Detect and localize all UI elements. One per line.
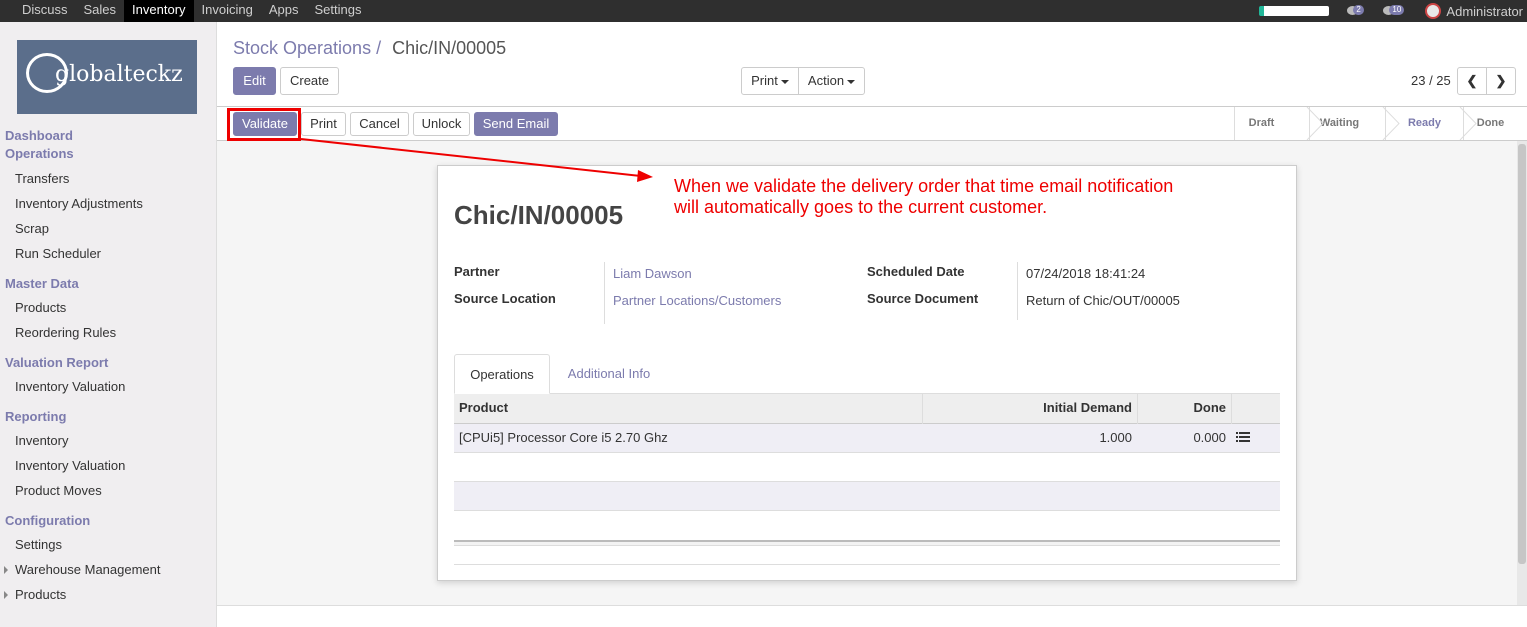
unlock-button[interactable]: Unlock bbox=[413, 112, 470, 136]
field-divider bbox=[1017, 262, 1018, 320]
user-name[interactable]: Administrator bbox=[1446, 4, 1523, 19]
systray: 2 10 Administrator bbox=[1259, 0, 1527, 22]
main-content: Stock Operations / Chic/IN/00005 Edit Cr… bbox=[217, 22, 1527, 627]
scheduled-date-value[interactable]: 07/24/2018 18:41:24 bbox=[1026, 266, 1145, 281]
top-navbar: Discuss Sales Inventory Invoicing Apps S… bbox=[0, 0, 1527, 22]
avatar[interactable] bbox=[1425, 3, 1442, 19]
table-row-empty bbox=[454, 511, 1280, 540]
sidebar-item-inventory[interactable]: Inventory bbox=[15, 433, 68, 448]
sidebar-item-run-scheduler[interactable]: Run Scheduler bbox=[15, 246, 101, 261]
sidebar-item-reordering-rules[interactable]: Reordering Rules bbox=[15, 325, 116, 340]
row-product[interactable]: [CPUi5] Processor Core i5 2.70 Ghz bbox=[454, 424, 922, 454]
menu-discuss[interactable]: Discuss bbox=[14, 0, 76, 22]
source-document-label: Source Document bbox=[867, 291, 979, 306]
annotation-note: When we validate the delivery order that… bbox=[674, 176, 1174, 217]
column-product[interactable]: Product bbox=[454, 394, 922, 424]
partner-label: Partner bbox=[454, 264, 500, 279]
logo-text: globalteckz bbox=[55, 62, 183, 87]
form-statusbar: Validate Print Cancel Unlock Send Email … bbox=[217, 106, 1527, 141]
sidebar-item-scrap[interactable]: Scrap bbox=[15, 221, 49, 236]
sidebar-item-inventory-adjustments[interactable]: Inventory Adjustments bbox=[15, 196, 143, 211]
column-done[interactable]: Done bbox=[1137, 394, 1231, 424]
form-sheet: Chic/IN/00005 When we validate the deliv… bbox=[437, 165, 1297, 581]
breadcrumb: Stock Operations / Chic/IN/00005 bbox=[233, 38, 506, 59]
sidebar-item-inventory-valuation[interactable]: Inventory Valuation bbox=[15, 379, 125, 394]
sidebar-item-reporting-inventory-valuation[interactable]: Inventory Valuation bbox=[15, 458, 125, 473]
sidebar-section-reporting: Reporting bbox=[5, 409, 67, 424]
sidebar-section-configuration: Configuration bbox=[5, 513, 91, 528]
table-header: Product Initial Demand Done bbox=[454, 394, 1280, 424]
menu-apps[interactable]: Apps bbox=[261, 0, 307, 22]
menu-settings[interactable]: Settings bbox=[306, 0, 369, 22]
source-document-value[interactable]: Return of Chic/OUT/00005 bbox=[1026, 293, 1180, 308]
sidebar-section-master-data: Master Data bbox=[5, 276, 79, 291]
sidebar-item-product-moves[interactable]: Product Moves bbox=[15, 483, 102, 498]
record-title: Chic/IN/00005 bbox=[454, 200, 624, 230]
sidebar-item-products[interactable]: Products bbox=[15, 300, 66, 315]
create-button[interactable]: Create bbox=[280, 67, 339, 95]
sidebar-item-config-products[interactable]: Products bbox=[15, 587, 66, 602]
company-logo: globalteckz bbox=[17, 40, 197, 114]
column-initial-demand[interactable]: Initial Demand bbox=[922, 394, 1137, 424]
tab-operations[interactable]: Operations bbox=[454, 354, 550, 394]
table-row-empty bbox=[454, 482, 1280, 511]
app-menu: Discuss Sales Inventory Invoicing Apps S… bbox=[14, 0, 369, 22]
tab-additional-info[interactable]: Additional Info bbox=[554, 354, 664, 394]
table-row[interactable]: [CPUi5] Processor Core i5 2.70 Ghz 1.000… bbox=[454, 424, 1280, 453]
print-button[interactable]: Print bbox=[301, 112, 346, 136]
menu-inventory[interactable]: Inventory bbox=[124, 0, 194, 22]
pager-previous-button[interactable]: ❮ bbox=[1457, 67, 1487, 95]
divider bbox=[454, 564, 1280, 565]
sidebar: globalteckz Dashboard Operations Transfe… bbox=[0, 22, 217, 627]
sidebar-item-warehouse-management[interactable]: Warehouse Management bbox=[15, 562, 161, 577]
sidebar-item-settings[interactable]: Settings bbox=[15, 537, 62, 552]
field-divider bbox=[604, 262, 605, 324]
chevron-left-icon: ❮ bbox=[1466, 73, 1478, 88]
expand-caret-icon[interactable] bbox=[4, 566, 8, 574]
row-initial-demand[interactable]: 1.000 bbox=[922, 424, 1137, 454]
print-dropdown-label: Print bbox=[751, 73, 778, 88]
expand-caret-icon[interactable] bbox=[4, 591, 8, 599]
print-dropdown[interactable]: Print bbox=[741, 67, 799, 95]
messages-count-badge: 10 bbox=[1389, 5, 1405, 15]
detailed-operations-icon[interactable] bbox=[1231, 424, 1280, 454]
validate-button[interactable]: Validate bbox=[233, 112, 297, 136]
source-location-label: Source Location bbox=[454, 291, 556, 306]
partner-value[interactable]: Liam Dawson bbox=[613, 266, 692, 281]
chevron-right-icon: ❯ bbox=[1495, 73, 1507, 88]
scrollbar-thumb[interactable] bbox=[1518, 144, 1526, 564]
send-email-button[interactable]: Send Email bbox=[474, 112, 558, 136]
chat-count-badge: 2 bbox=[1353, 5, 1364, 15]
chat-icon[interactable]: 2 bbox=[1347, 4, 1364, 18]
sidebar-item-transfers[interactable]: Transfers bbox=[15, 171, 69, 186]
sidebar-item-dashboard[interactable]: Dashboard bbox=[5, 128, 73, 143]
edit-button[interactable]: Edit bbox=[233, 67, 276, 95]
action-dropdown[interactable]: Action bbox=[798, 67, 865, 95]
messages-icon[interactable]: 10 bbox=[1383, 4, 1405, 18]
cancel-button[interactable]: Cancel bbox=[350, 112, 409, 136]
caret-down-icon bbox=[780, 79, 789, 84]
table-row-empty bbox=[454, 453, 1280, 482]
stage-arrow-dividers bbox=[1306, 107, 1477, 140]
breadcrumb-current: Chic/IN/00005 bbox=[392, 38, 507, 58]
action-dropdown-label: Action bbox=[807, 73, 845, 88]
caret-down-icon bbox=[847, 79, 856, 84]
row-done[interactable]: 0.000 bbox=[1137, 424, 1231, 454]
progress-bar[interactable] bbox=[1259, 6, 1330, 16]
source-location-value[interactable]: Partner Locations/Customers bbox=[613, 293, 781, 308]
pager-value[interactable]: 23 / 25 bbox=[1411, 73, 1451, 88]
pager-next-button[interactable]: ❯ bbox=[1486, 67, 1516, 95]
breadcrumb-parent[interactable]: Stock Operations bbox=[233, 38, 371, 58]
menu-invoicing[interactable]: Invoicing bbox=[194, 0, 261, 22]
table-footer bbox=[454, 540, 1280, 546]
column-divider bbox=[1231, 394, 1232, 424]
sidebar-section-valuation-report: Valuation Report bbox=[5, 355, 109, 370]
sidebar-section-operations: Operations bbox=[5, 146, 74, 161]
scheduled-date-label: Scheduled Date bbox=[867, 264, 965, 279]
menu-sales[interactable]: Sales bbox=[76, 0, 125, 22]
breadcrumb-separator: / bbox=[376, 38, 382, 58]
chatter-area bbox=[217, 605, 1527, 627]
notebook-tabs: Operations Additional Info bbox=[454, 354, 1280, 394]
